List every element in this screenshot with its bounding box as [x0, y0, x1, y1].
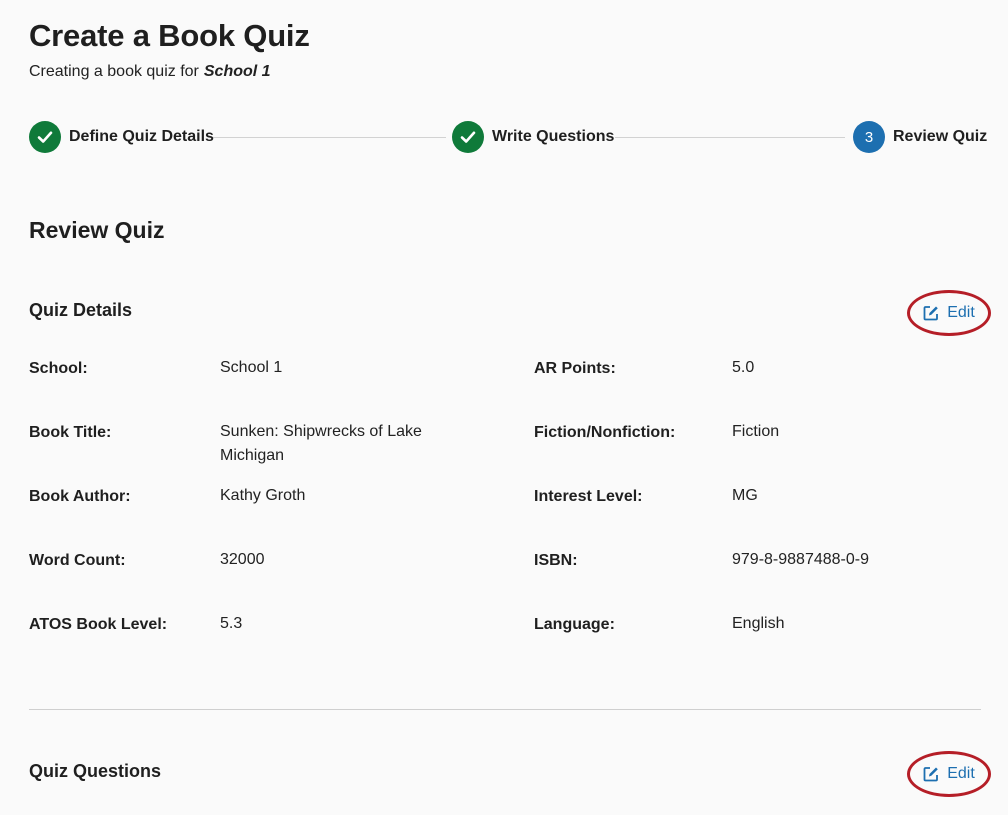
detail-value: School 1 [220, 359, 283, 376]
detail-value: English [732, 615, 785, 632]
detail-value: Sunken: Shipwrecks of Lake Michigan [220, 423, 422, 464]
step-connector [213, 137, 446, 138]
step-define-quiz-details: Define Quiz Details [29, 120, 214, 154]
detail-label: Interest Level: [534, 488, 643, 505]
detail-value: Kathy Groth [220, 487, 306, 504]
step-connector [615, 137, 845, 138]
detail-label: Book Author: [29, 488, 131, 505]
step-write-questions: Write Questions [452, 120, 614, 154]
review-quiz-heading: Review Quiz [29, 217, 165, 243]
detail-label: ATOS Book Level: [29, 616, 168, 633]
step-number: 3 [853, 121, 885, 153]
detail-value: 5.0 [732, 359, 755, 376]
edit-label: Edit [947, 765, 975, 782]
check-icon [452, 121, 484, 153]
edit-icon [923, 767, 939, 782]
detail-value: Fiction [732, 423, 780, 440]
detail-label: Fiction/Nonfiction: [534, 424, 676, 441]
detail-label: School: [29, 360, 88, 377]
detail-label: Word Count: [29, 552, 126, 569]
page-title: Create a Book Quiz [29, 18, 310, 53]
detail-value: 5.3 [220, 615, 243, 632]
edit-quiz-questions-button[interactable]: Edit [907, 751, 991, 797]
page-subtitle: Creating a book quiz for School 1 [29, 63, 271, 81]
quiz-questions-heading: Quiz Questions [29, 761, 162, 781]
detail-value: MG [732, 487, 758, 504]
detail-label: Language: [534, 616, 615, 633]
quiz-details-heading: Quiz Details [29, 300, 133, 320]
step-label: Define Quiz Details [69, 128, 214, 145]
detail-label: ISBN: [534, 552, 578, 569]
detail-label: AR Points: [534, 360, 616, 377]
edit-quiz-details-button[interactable]: Edit [907, 290, 991, 336]
edit-icon [923, 306, 939, 321]
school-name: School 1 [203, 63, 271, 80]
step-review-quiz: 3 Review Quiz [853, 120, 987, 154]
subtitle-prefix: Creating a book quiz for [29, 63, 199, 80]
detail-value: 32000 [220, 551, 265, 568]
check-icon [29, 121, 61, 153]
section-divider [29, 709, 981, 710]
detail-label: Book Title: [29, 424, 112, 441]
detail-value: 979-8-9887488-0-9 [732, 551, 869, 568]
step-label: Write Questions [492, 128, 615, 145]
progress-stepper: Define Quiz Details Write Questions 3 Re… [0, 120, 1008, 154]
edit-label: Edit [947, 304, 975, 321]
step-label: Review Quiz [893, 128, 988, 145]
